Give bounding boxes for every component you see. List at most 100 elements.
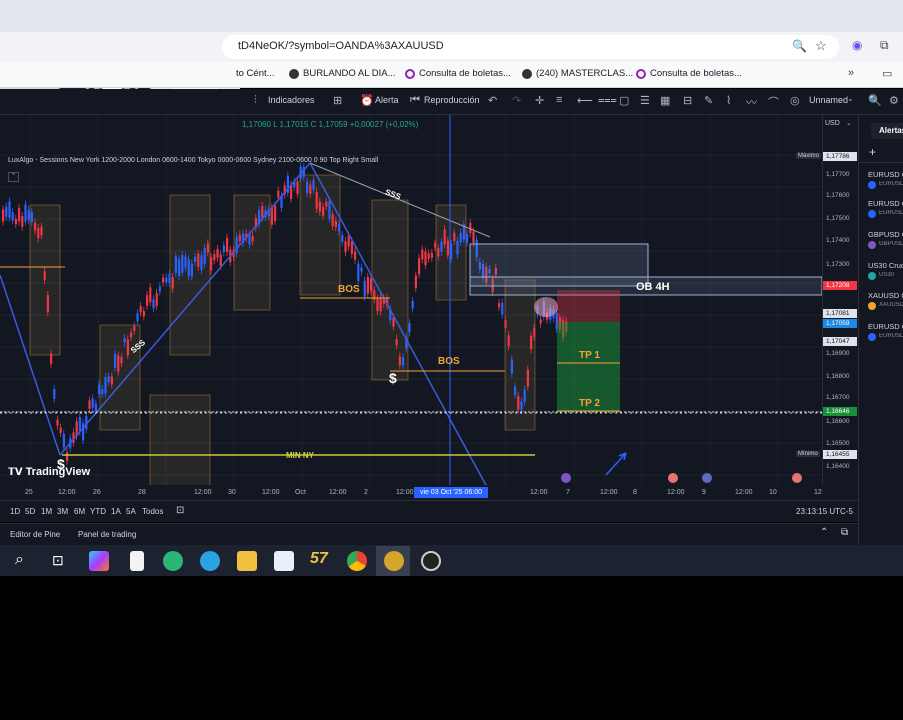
range-button-1a[interactable]: 1A: [111, 507, 121, 516]
alarm-icon[interactable]: ⏰: [360, 94, 374, 107]
folder-icon[interactable]: ▭: [882, 67, 892, 80]
search-icon[interactable]: ⌕: [15, 551, 24, 569]
candle-body: [315, 191, 318, 209]
undo-icon[interactable]: ↶: [488, 94, 497, 107]
range-button-1d[interactable]: 1D: [10, 507, 20, 516]
price-label: 1,17500: [826, 215, 850, 222]
candle-body: [366, 276, 369, 294]
search-icon[interactable]: 🔍: [868, 94, 882, 107]
date-range-icon[interactable]: ⊡: [176, 505, 184, 516]
clock[interactable]: 23:13:15 UTC-5: [796, 507, 853, 516]
extension-icon[interactable]: ◉: [852, 38, 862, 52]
fib-icon[interactable]: ☰: [640, 94, 650, 107]
watchlist-symbol[interactable]: EURUSD C: [868, 170, 903, 179]
candle-body: [392, 317, 395, 327]
file-explorer-icon[interactable]: [237, 551, 257, 571]
range-button-1m[interactable]: 1M: [41, 507, 52, 516]
pine-editor-tab[interactable]: Editor de Pine: [10, 530, 60, 539]
bookmark-star-icon[interactable]: ☆: [815, 38, 827, 54]
candle-body: [130, 332, 133, 338]
position-icon[interactable]: ⊟: [683, 94, 692, 107]
maximize-icon[interactable]: ⧉: [841, 527, 848, 538]
ob-4h-label: OB 4H: [636, 281, 670, 293]
alerts-tab[interactable]: Alertas: [871, 123, 903, 139]
chart-canvas[interactable]: [0, 115, 822, 500]
recorder-icon[interactable]: [421, 551, 441, 571]
notepad-icon[interactable]: [130, 551, 144, 571]
tradingview-logo[interactable]: 𝗧𝗩 TradingView: [8, 466, 90, 478]
lines-icon[interactable]: ≡: [556, 94, 562, 106]
zoom-icon[interactable]: 🔍: [792, 39, 807, 53]
chart-pane[interactable]: [0, 115, 822, 500]
copilot-icon[interactable]: [89, 551, 109, 571]
price-label: 1,17300: [826, 261, 850, 268]
indicators-button[interactable]: Indicadores: [268, 95, 315, 105]
min-label: Mínimo: [796, 451, 820, 457]
polyline-icon[interactable]: ⌒: [768, 94, 779, 110]
replay-icon[interactable]: ⏮: [410, 94, 420, 107]
candle-body: [216, 249, 219, 258]
candle-body: [5, 206, 8, 217]
path-icon[interactable]: ⌇: [726, 94, 731, 107]
brush-icon[interactable]: ✎: [704, 94, 713, 107]
candle-body: [427, 253, 430, 259]
range-button-3m[interactable]: 3M: [57, 507, 68, 516]
eye-icon[interactable]: ◎: [790, 94, 800, 107]
chevron-up-icon[interactable]: ⌃: [820, 527, 828, 538]
range-button-todos[interactable]: Todos: [142, 507, 163, 516]
url-text[interactable]: tD4NeOK/?symbol=OANDA%3AXAUUSD: [238, 40, 444, 52]
app-wordpress-icon[interactable]: [384, 551, 404, 571]
indicator-label[interactable]: LuxAlgo - Sessions New York 1200-2000 Lo…: [8, 157, 378, 164]
rectangle-icon[interactable]: ▢: [619, 94, 629, 107]
trading-panel-tab[interactable]: Panel de trading: [78, 530, 136, 539]
layout-name[interactable]: Unnamed: [809, 95, 848, 105]
app-57-icon[interactable]: 57: [310, 550, 328, 568]
watchlist-symbol[interactable]: XAUUSD C: [868, 291, 903, 300]
range-button-5a[interactable]: 5A: [126, 507, 136, 516]
indicators-icon[interactable]: ⫶: [254, 94, 257, 107]
bookmark-4[interactable]: (240) MASTERCLAS...: [522, 68, 633, 79]
candle-body: [123, 338, 126, 343]
chevron-right-icon[interactable]: »: [848, 67, 854, 79]
chevron-down-icon[interactable]: ⌄: [846, 119, 852, 127]
crosshair-icon[interactable]: ✛: [535, 94, 544, 107]
range-button-5d[interactable]: 5D: [25, 507, 35, 516]
currency-label[interactable]: USD: [825, 120, 840, 127]
candle-body: [8, 201, 11, 218]
candle-body: [514, 386, 517, 395]
alert-button[interactable]: Alerta: [375, 95, 399, 105]
task-view-icon[interactable]: ⊡: [52, 552, 64, 569]
app-green-icon[interactable]: [163, 551, 183, 571]
pattern-icon[interactable]: 〰: [746, 94, 757, 110]
templates-icon[interactable]: ⊞: [333, 94, 342, 107]
bookmark-1[interactable]: to Cént...: [236, 68, 275, 79]
watchlist-symbol[interactable]: EURUSD C: [868, 322, 903, 331]
settings-icon[interactable]: ⚙: [889, 94, 899, 107]
candle-body: [443, 229, 446, 245]
time-label: 12: [814, 489, 822, 496]
add-symbol-icon[interactable]: +: [869, 145, 876, 159]
candle-body: [149, 287, 152, 302]
puzzle-icon[interactable]: ⧉: [880, 38, 889, 53]
redo-icon[interactable]: ↷: [512, 94, 521, 107]
replay-button[interactable]: Reproducción: [424, 95, 480, 105]
range-button-6m[interactable]: 6M: [74, 507, 85, 516]
bookmark-5[interactable]: Consulta de boletas...: [636, 68, 742, 79]
grid-icon[interactable]: ▦: [660, 94, 670, 107]
collapse-icon[interactable]: ⌃: [8, 172, 19, 182]
bookmark-3[interactable]: Consulta de boletas...: [405, 68, 511, 79]
globe-icon: [289, 68, 299, 79]
document-icon[interactable]: [274, 551, 294, 571]
channel-icon[interactable]: ⩶: [598, 94, 617, 107]
chrome-icon[interactable]: [347, 551, 367, 571]
ray-icon[interactable]: ⟵: [577, 94, 593, 107]
telegram-icon[interactable]: [200, 551, 220, 571]
watchlist-symbol[interactable]: US30 Cruc: [868, 261, 903, 270]
bookmark-2[interactable]: BURLANDO AL DIA...: [289, 68, 396, 79]
candle-body: [350, 241, 353, 255]
chevron-down-icon[interactable]: ⌄: [847, 94, 854, 103]
range-button-ytd[interactable]: YTD: [90, 507, 106, 516]
watchlist-symbol[interactable]: GBPUSD C: [868, 230, 903, 239]
watchlist-symbol[interactable]: EURUSD C: [868, 199, 903, 208]
candle-body: [334, 220, 337, 228]
